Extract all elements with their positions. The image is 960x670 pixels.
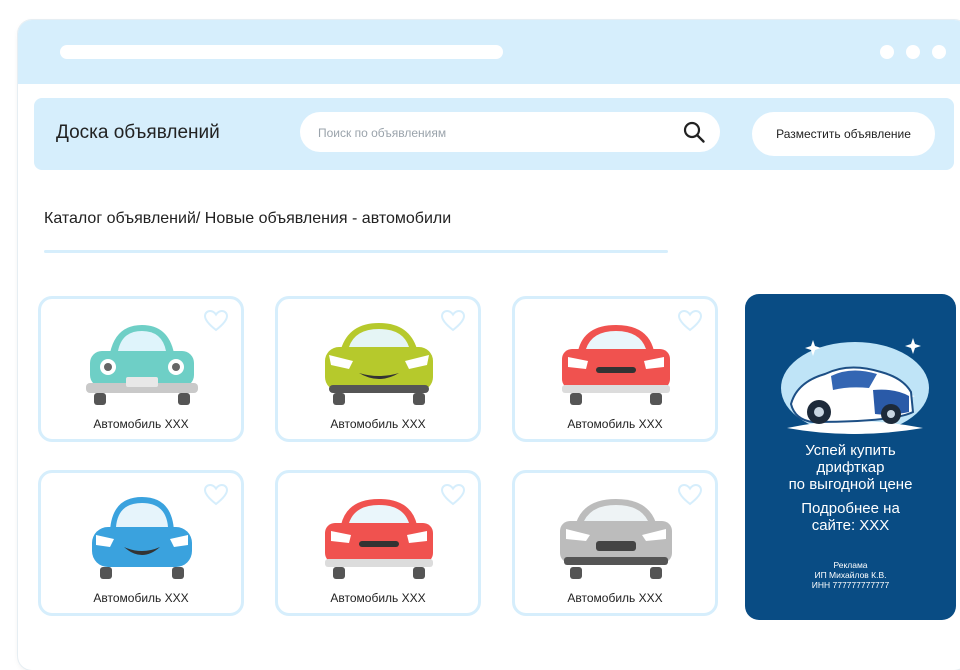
heart-icon[interactable] (203, 309, 229, 333)
search-icon[interactable] (682, 120, 706, 144)
browser-window: Доска объявлений Разместить объявление К… (18, 20, 960, 670)
listing-title: Автомобиль XXX (330, 417, 426, 431)
window-controls (880, 45, 946, 59)
ad-banner[interactable]: Успей купить дрифткар по выгодной цене П… (745, 294, 956, 620)
window-control-dot[interactable] (880, 45, 894, 59)
listing-title: Автомобиль XXX (93, 591, 189, 605)
car-icon (560, 499, 672, 579)
listing-card[interactable]: Автомобиль XXX (512, 296, 718, 442)
ad-more-info: сайте: XXX (811, 517, 890, 534)
breadcrumb-divider (44, 250, 668, 253)
post-ad-button[interactable]: Разместить объявление (752, 112, 935, 156)
search-box (300, 112, 720, 154)
listing-card[interactable]: Автомобиль XXX (38, 296, 244, 442)
drift-car-illustration (781, 338, 929, 434)
ad-headline: по выгодной цене (788, 476, 913, 493)
heart-icon[interactable] (203, 483, 229, 507)
car-icon (86, 325, 198, 405)
car-icon (325, 323, 433, 405)
breadcrumb: Каталог объявлений/ Новые объявления - а… (44, 210, 452, 227)
listing-card[interactable]: Автомобиль XXX (275, 470, 481, 616)
ad-disclaimer: ИП Михайлов К.В. (814, 570, 887, 580)
ad-disclaimer: Реклама (833, 560, 868, 570)
listing-card[interactable]: Автомобиль XXX (38, 470, 244, 616)
heart-icon[interactable] (440, 483, 466, 507)
listing-title: Автомобиль XXX (330, 591, 426, 605)
listing-card[interactable]: Автомобиль XXX (275, 296, 481, 442)
ad-headline: дрифткар (816, 459, 885, 476)
heart-icon[interactable] (677, 483, 703, 507)
heart-icon[interactable] (440, 309, 466, 333)
site-header: Доска объявлений Разместить объявление (34, 98, 954, 170)
window-control-dot[interactable] (906, 45, 920, 59)
heart-icon[interactable] (677, 309, 703, 333)
car-icon (92, 497, 192, 579)
browser-titlebar (18, 20, 960, 84)
window-control-dot[interactable] (932, 45, 946, 59)
listing-title: Автомобиль XXX (567, 417, 663, 431)
ad-disclaimer: ИНН 777777777777 (811, 580, 890, 590)
search-input[interactable] (316, 112, 660, 154)
listing-title: Автомобиль XXX (93, 417, 189, 431)
car-icon (325, 499, 433, 579)
ad-headline: Успей купить (805, 442, 896, 459)
site-title: Доска объявлений (56, 122, 220, 143)
address-bar[interactable] (60, 45, 503, 59)
listing-title: Автомобиль XXX (567, 591, 663, 605)
listing-card[interactable]: Автомобиль XXX (512, 470, 718, 616)
ad-more-info: Подробнее на (801, 500, 900, 517)
car-icon (562, 325, 670, 405)
